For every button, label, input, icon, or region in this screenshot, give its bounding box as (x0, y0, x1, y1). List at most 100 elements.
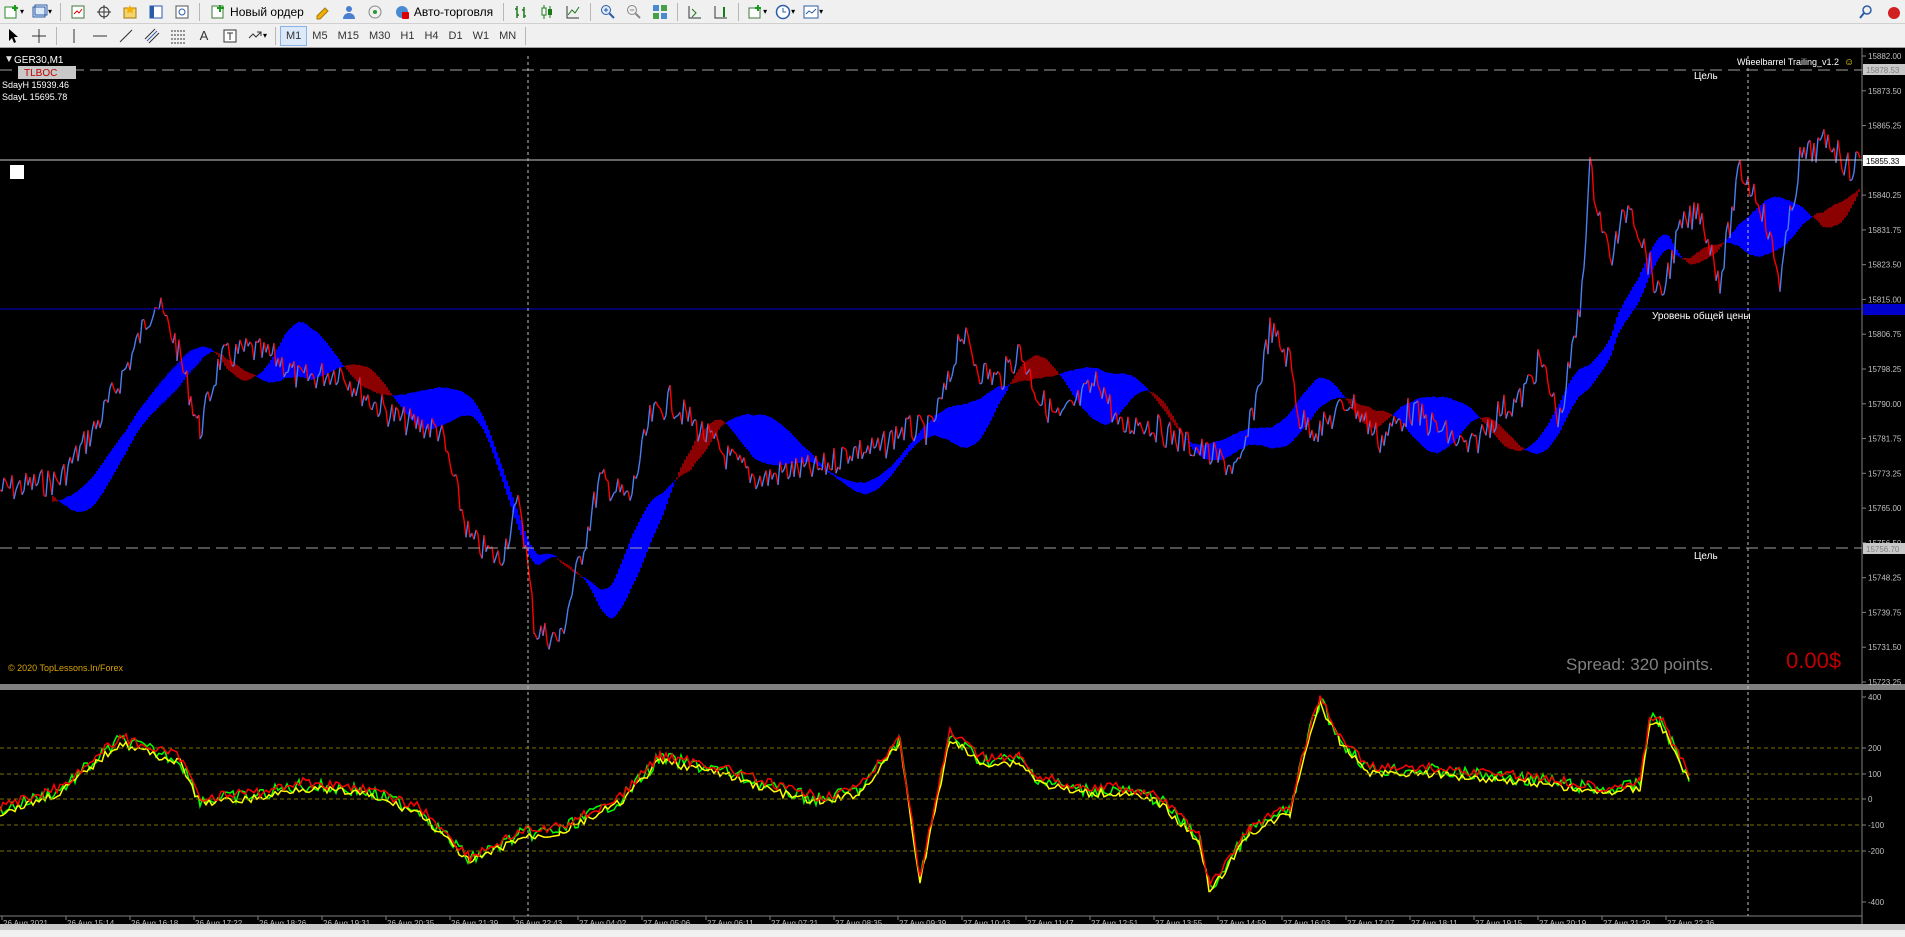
new-chart-button[interactable]: ▾ (2, 2, 26, 22)
bottom-target-price: 15756.70 (1866, 545, 1900, 554)
cloud-segment (1072, 370, 1074, 396)
cloud-segment (840, 477, 842, 481)
cloud-segment (502, 468, 504, 482)
cloud-segment (732, 418, 734, 432)
strategy-tester-button[interactable] (171, 2, 193, 22)
fibonacci-button[interactable] (167, 26, 189, 46)
timeframe-h4[interactable]: H4 (419, 27, 443, 45)
channel-icon (144, 28, 160, 43)
candlestick-button[interactable] (536, 2, 558, 22)
auto-scroll-button[interactable] (684, 2, 706, 22)
notifications-button[interactable] (1881, 2, 1903, 22)
cloud-segment (464, 393, 466, 416)
cloud-segment (1702, 248, 1704, 261)
trendline-button[interactable] (115, 26, 137, 46)
cloud-segment (1138, 380, 1140, 394)
time-tick-label: 27 Aug 10:43 (963, 919, 1011, 928)
timeframe-m5[interactable]: M5 (307, 27, 332, 45)
cloud-segment (62, 499, 64, 505)
tile-windows-button[interactable] (649, 2, 671, 22)
cloud-segment (562, 561, 564, 565)
community-button[interactable] (338, 2, 360, 22)
chart-window[interactable]: ▼ GER30,M1 TLBOC SdayH 15939.46 SdayL 15… (0, 48, 1905, 930)
signals-button[interactable] (364, 2, 386, 22)
cloud-segment (892, 464, 894, 474)
cloud-segment (642, 514, 644, 563)
timeframe-m1[interactable]: M1 (280, 25, 308, 46)
checkbox-widget[interactable] (10, 165, 24, 179)
arrows-button[interactable]: ▾ (245, 26, 269, 46)
vertical-line-button[interactable] (63, 26, 85, 46)
cloud-segment (874, 478, 876, 491)
cloud-segment (608, 587, 610, 618)
terminal-button[interactable] (145, 2, 167, 22)
text-label-button[interactable] (219, 26, 241, 46)
cloud-segment (1474, 412, 1476, 420)
data-window-button[interactable] (93, 2, 115, 22)
search-button[interactable] (1855, 2, 1877, 22)
cloud-segment (140, 407, 142, 428)
cloud-segment (1238, 431, 1240, 450)
cloud-segment (242, 369, 244, 381)
cloud-segment (1642, 268, 1644, 294)
timeframe-h1[interactable]: H1 (395, 27, 419, 45)
auto-trading-button[interactable]: Авто-торговля (390, 2, 497, 22)
profiles-button[interactable]: ▾ (30, 2, 54, 22)
cloud-segment (1294, 404, 1296, 439)
cloud-segment (776, 421, 778, 466)
cloud-segment (350, 364, 352, 375)
cloud-segment (1794, 203, 1796, 235)
cloud-segment (1378, 410, 1380, 427)
pane-divider[interactable] (0, 684, 1905, 690)
cloud-segment (618, 568, 620, 612)
cloud-segment (876, 477, 878, 490)
navigator-button[interactable] (119, 2, 141, 22)
timeframe-m15[interactable]: M15 (333, 27, 364, 45)
cloud-segment (694, 440, 696, 464)
ea-smile-icon[interactable]: ☺ (1844, 57, 1854, 68)
cloud-segment (1018, 368, 1020, 382)
cloud-segment (1026, 360, 1028, 381)
time-tick-label: 27 Aug 16:03 (1283, 919, 1331, 928)
meta-editor-button[interactable] (312, 2, 334, 22)
cloud-segment (1140, 382, 1142, 393)
cloud-segment (598, 588, 600, 606)
cloud-segment (1606, 343, 1608, 364)
toolbar-separator (56, 26, 57, 45)
timeframe-d1[interactable]: D1 (444, 27, 468, 45)
cloud-segment (1290, 411, 1292, 443)
timeframe-w1[interactable]: W1 (468, 27, 495, 45)
price-segment (1119, 416, 1123, 419)
crosshair-button[interactable] (28, 26, 50, 46)
equidistant-channel-button[interactable] (141, 26, 163, 46)
text-button[interactable]: A (193, 26, 215, 46)
cloud-segment (1192, 443, 1194, 450)
line-chart-button[interactable] (562, 2, 584, 22)
chart-shift-button[interactable] (710, 2, 732, 22)
zoom-out-button[interactable] (623, 2, 645, 22)
horizontal-line-button[interactable] (89, 26, 111, 46)
cloud-segment (916, 435, 918, 444)
timeframe-mn[interactable]: MN (494, 27, 521, 45)
cursor-button[interactable] (2, 26, 24, 46)
indicators-button[interactable]: ▾ (745, 2, 769, 22)
periods-button[interactable]: ▾ (773, 2, 797, 22)
cloud-segment (302, 322, 304, 378)
market-watch-button[interactable] (67, 2, 89, 22)
bar-chart-button[interactable] (510, 2, 532, 22)
cloud-segment (850, 481, 852, 489)
cloud-segment (102, 462, 104, 493)
cloud-segment (700, 432, 702, 457)
timeframe-m30[interactable]: M30 (364, 27, 395, 45)
zoom-in-button[interactable] (597, 2, 619, 22)
crosshair-target-icon (97, 4, 112, 19)
cloud-segment (1170, 412, 1172, 421)
price-segment (1233, 461, 1237, 464)
cloud-segment (908, 444, 910, 452)
new-order-button[interactable]: Новый ордер (206, 2, 308, 22)
templates-button[interactable]: ▾ (801, 2, 825, 22)
cloud-segment (169, 371, 171, 397)
cloud-segment (1800, 206, 1802, 227)
cloud-segment (346, 365, 348, 370)
cloud-segment (1326, 379, 1328, 403)
